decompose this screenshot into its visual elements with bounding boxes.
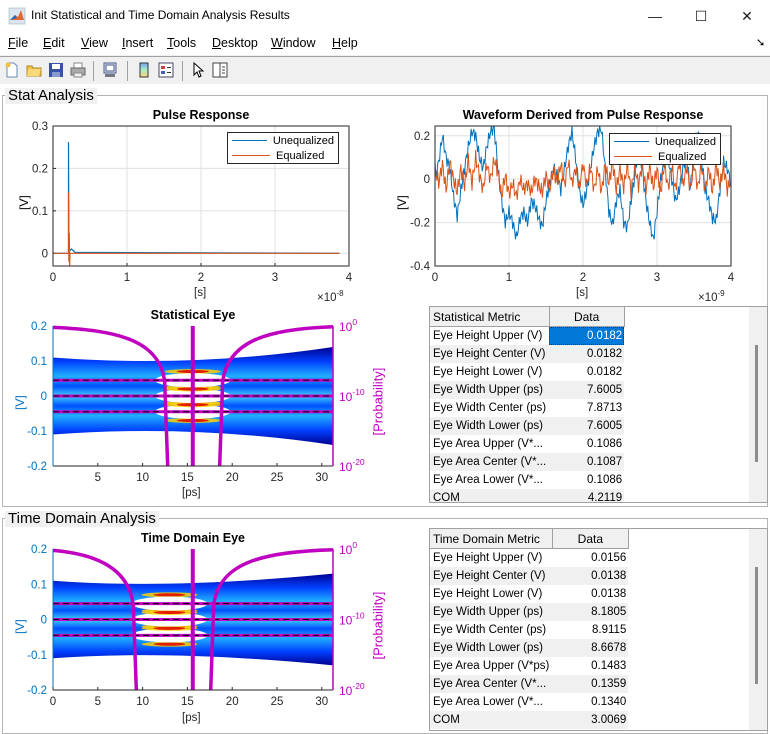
table-row[interactable]: COM 3.0069	[430, 711, 629, 729]
td-eye-ylabel: [V]	[13, 619, 27, 634]
metric-cell[interactable]: Eye Area Upper (V*...	[430, 435, 549, 453]
metric-cell[interactable]: COM	[430, 489, 550, 502]
td-metrics-table[interactable]: Time Domain Metric Data Eye Height Upper…	[429, 528, 768, 731]
scrollbar-thumb[interactable]	[755, 567, 758, 684]
value-cell[interactable]: 0.1483	[552, 657, 628, 675]
td-eye-y2label-wrap: [Probability]	[338, 592, 418, 660]
metric-cell[interactable]: Eye Height Center (V)	[430, 345, 550, 363]
eye-peak-band	[153, 642, 186, 646]
y2-tick-label: 100	[339, 540, 357, 557]
column-header-data[interactable]: Data	[549, 307, 625, 327]
x-tick-label: 30	[315, 696, 328, 708]
value-cell[interactable]: 8.9115	[552, 621, 628, 639]
table-row[interactable]: Eye Area Center (V*... 0.1087	[430, 453, 625, 471]
metric-cell[interactable]: Eye Height Lower (V)	[430, 585, 552, 603]
metric-cell[interactable]: Eye Area Center (V*...	[430, 453, 550, 471]
metric-cell[interactable]: Eye Area Lower (V*...	[430, 693, 552, 711]
table-row[interactable]: Eye Area Lower (V*... 0.1340	[430, 693, 628, 711]
value-cell[interactable]: 8.1805	[552, 603, 629, 621]
value-cell[interactable]: 7.6005	[549, 417, 625, 435]
y-tick-label: -0.2	[27, 685, 47, 697]
value-cell[interactable]: 0.0138	[552, 567, 629, 585]
value-cell[interactable]: 0.1087	[549, 453, 625, 471]
table-row[interactable]: Eye Width Upper (ps) 7.6005	[430, 381, 625, 399]
table-row[interactable]: Eye Width Center (ps) 7.8713	[430, 399, 624, 417]
table-row[interactable]: Eye Height Lower (V) 0.0182	[430, 363, 624, 381]
table-row[interactable]: Eye Width Center (ps) 8.9115	[430, 621, 628, 639]
metric-cell[interactable]: Eye Area Center (V*...	[430, 675, 553, 693]
x-tick-label: 0	[50, 696, 56, 708]
metric-cell[interactable]: Eye Height Upper (V)	[430, 327, 549, 346]
metric-cell[interactable]: Eye Area Lower (V*...	[430, 471, 549, 489]
table-row[interactable]: Eye Area Upper (V*... 0.1086	[430, 435, 624, 453]
y-tick-label: 0	[41, 615, 47, 627]
metric-cell[interactable]: Eye Width Lower (ps)	[430, 639, 553, 657]
x-tick-label: 20	[226, 696, 239, 708]
metric-cell[interactable]: COM	[430, 711, 553, 729]
table-row[interactable]: Eye Height Upper (V) 0.0156	[430, 549, 628, 568]
table-row[interactable]: Eye Height Upper (V) 0.0182	[430, 326, 625, 346]
value-cell[interactable]: 8.6678	[552, 639, 629, 657]
eye-peak-band	[153, 593, 186, 597]
table-row[interactable]: Eye Height Center (V) 0.0182	[430, 345, 625, 363]
table-row[interactable]: Eye Height Center (V) 0.0138	[430, 567, 629, 585]
metric-cell[interactable]: Eye Height Lower (V)	[430, 363, 549, 381]
column-header-data[interactable]: Data	[552, 529, 629, 549]
x-tick-label: 15	[181, 696, 194, 708]
x-tick-label: 5	[95, 696, 101, 708]
td-table-scrollbar[interactable]	[749, 529, 767, 730]
metric-cell[interactable]: Eye Width Upper (ps)	[430, 603, 553, 621]
td-eye-xlabel: [ps]	[182, 712, 201, 724]
table-row[interactable]: Eye Width Upper (ps) 8.1805	[430, 603, 629, 621]
value-cell[interactable]: 0.1086	[549, 471, 624, 489]
table-row[interactable]: Eye Area Lower (V*... 0.1086	[430, 471, 624, 489]
metric-cell[interactable]: Eye Width Upper (ps)	[430, 381, 550, 399]
table-row[interactable]: Eye Width Lower (ps) 7.6005	[430, 417, 625, 435]
stat-table-scrollbar[interactable]	[749, 307, 767, 502]
value-cell[interactable]: 0.0138	[552, 585, 628, 603]
table-row[interactable]: Eye Height Lower (V) 0.0138	[430, 585, 628, 603]
column-header-metric[interactable]: Statistical Metric	[430, 307, 550, 327]
x-tick-label: 10	[136, 696, 149, 708]
metric-cell[interactable]: Eye Height Upper (V)	[430, 549, 552, 568]
value-cell[interactable]: 7.8713	[549, 399, 624, 417]
stat-metrics-table[interactable]: Statistical Metric Data Eye Height Upper…	[429, 306, 768, 503]
value-cell[interactable]: 0.1340	[552, 693, 628, 711]
value-cell[interactable]: 0.0182	[549, 326, 625, 345]
table-row[interactable]: Eye Area Center (V*... 0.1359	[430, 675, 629, 693]
table-row[interactable]: Eye Area Upper (V*ps) 0.1483	[430, 657, 628, 675]
td-eye-y2label: [Probability]	[370, 591, 386, 660]
value-cell[interactable]: 0.0182	[549, 345, 625, 363]
y-tick-label: 0.1	[31, 579, 47, 591]
y-tick-label: 0.2	[31, 544, 47, 556]
metric-cell[interactable]: Eye Area Upper (V*ps)	[430, 657, 552, 675]
value-cell[interactable]: 0.0156	[552, 549, 628, 568]
metric-cell[interactable]: Eye Width Center (ps)	[430, 399, 549, 417]
metric-cell[interactable]: Eye Height Center (V)	[430, 567, 553, 585]
x-tick-label: 25	[271, 696, 284, 708]
scrollbar-thumb[interactable]	[755, 345, 758, 462]
table-row[interactable]: COM 4.2119	[430, 489, 625, 502]
value-cell[interactable]: 0.1086	[549, 435, 624, 453]
y-tick-label: -0.1	[27, 650, 47, 662]
value-cell[interactable]: 0.1359	[552, 675, 629, 693]
value-cell[interactable]: 3.0069	[552, 711, 629, 729]
value-cell[interactable]: 0.0182	[549, 363, 624, 381]
metric-cell[interactable]: Eye Width Center (ps)	[430, 621, 552, 639]
column-header-metric[interactable]: Time Domain Metric	[430, 529, 553, 549]
eye-center-marker	[190, 549, 195, 690]
td-eye-ylabel-wrap: [V]	[5, 612, 35, 634]
metric-cell[interactable]: Eye Width Lower (ps)	[430, 417, 550, 435]
value-cell[interactable]: 4.2119	[549, 489, 625, 502]
eye-peak-band	[153, 610, 186, 615]
y2-tick-label: 10-20	[339, 681, 365, 698]
value-cell[interactable]: 7.6005	[549, 381, 625, 399]
eye-peak-band	[153, 626, 186, 630]
table-row[interactable]: Eye Width Lower (ps) 8.6678	[430, 639, 629, 657]
